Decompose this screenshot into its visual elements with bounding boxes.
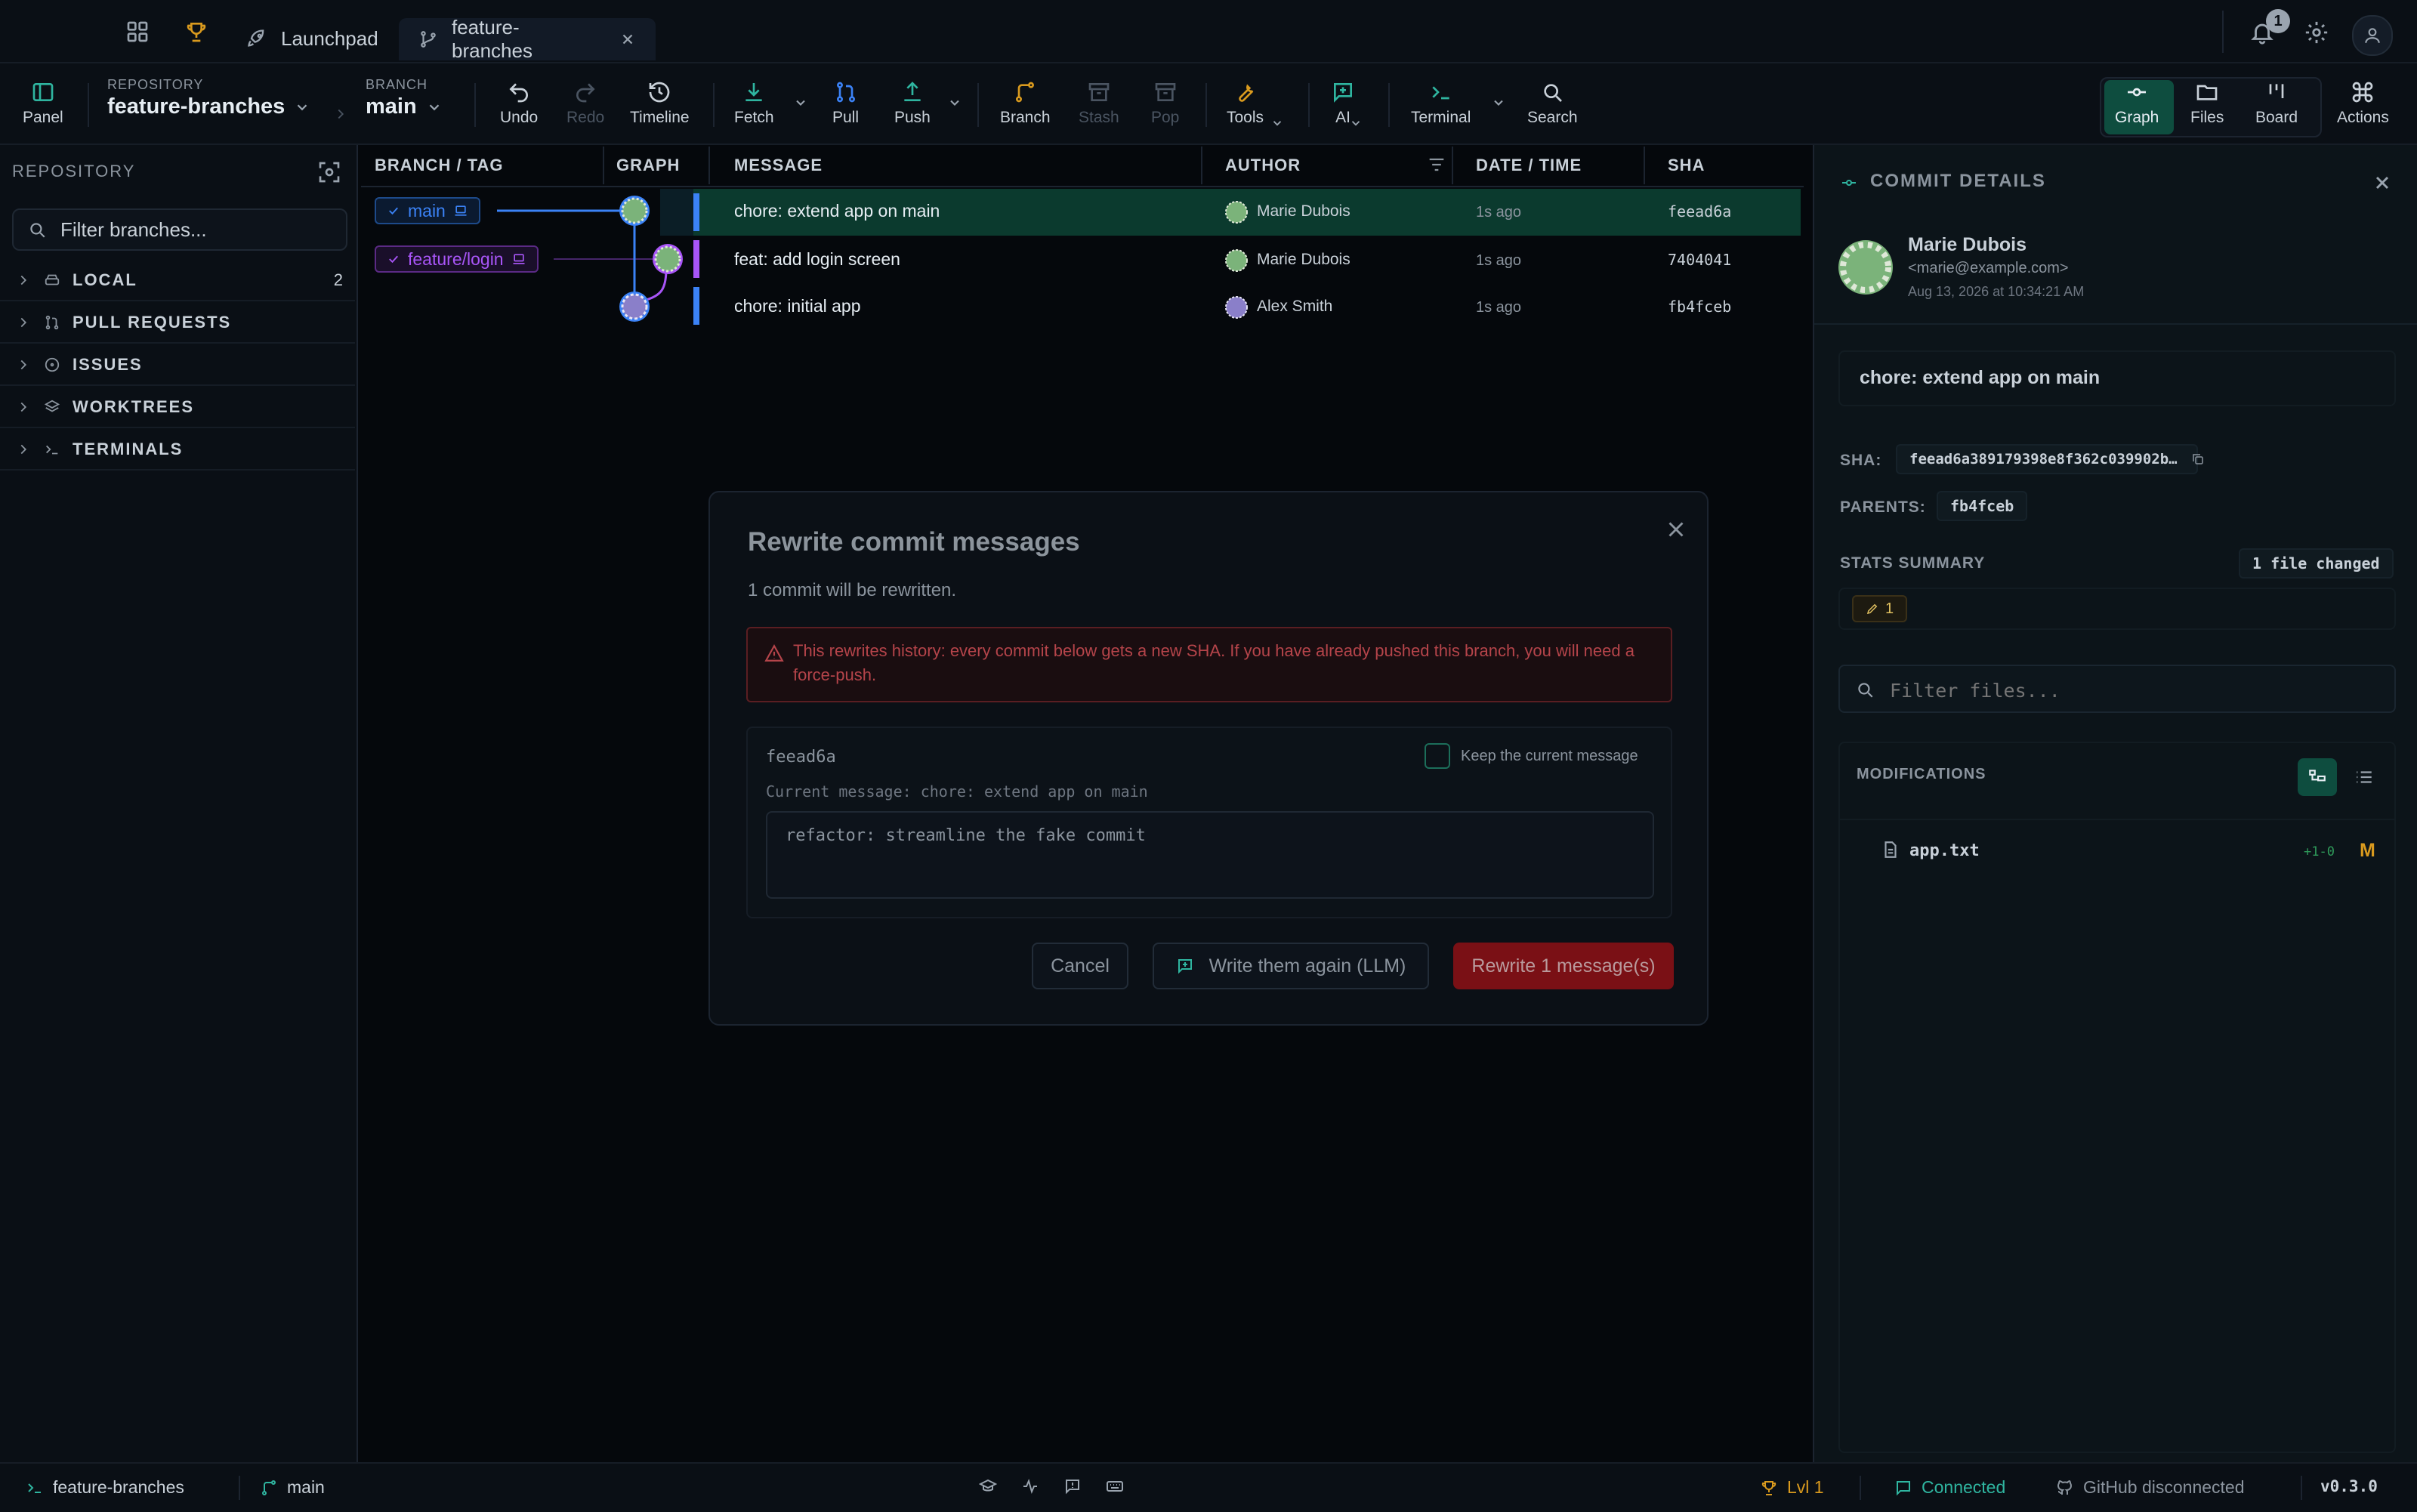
dialog-title: Rewrite commit messages — [748, 527, 1080, 557]
rewrite-messages-button[interactable]: Rewrite 1 message(s) — [1453, 943, 1674, 989]
close-icon[interactable] — [1663, 517, 1689, 542]
current-message: Current message: chore: extend app on ma… — [766, 782, 1148, 801]
new-message-input[interactable]: refactor: streamline the fake commit — [766, 811, 1654, 899]
rewrite-commit-messages-dialog: Rewrite commit messages 1 commit will be… — [708, 491, 1709, 1026]
cancel-label: Cancel — [1051, 955, 1110, 977]
checkbox-label: Keep the current message — [1461, 747, 1638, 764]
warning-text: This rewrites history: every commit belo… — [793, 641, 1634, 684]
commit-sha: feead6a — [766, 748, 836, 767]
checkbox[interactable] — [1425, 743, 1450, 769]
dialog-subtitle: 1 commit will be rewritten. — [748, 580, 957, 600]
chat-icon — [1176, 957, 1194, 975]
llm-label: Write them again (LLM) — [1208, 955, 1406, 977]
history-rewrite-warning: This rewrites history: every commit belo… — [746, 627, 1672, 702]
commit-rewrite-card: feead6a Keep the current message Current… — [746, 727, 1672, 918]
keep-current-message-checkbox[interactable]: Keep the current message — [1425, 743, 1638, 769]
warning-icon — [764, 643, 784, 663]
rewrite-label: Rewrite 1 message(s) — [1471, 955, 1656, 977]
rewrite-with-llm-button[interactable]: Write them again (LLM) — [1153, 943, 1429, 989]
cancel-button[interactable]: Cancel — [1032, 943, 1128, 989]
